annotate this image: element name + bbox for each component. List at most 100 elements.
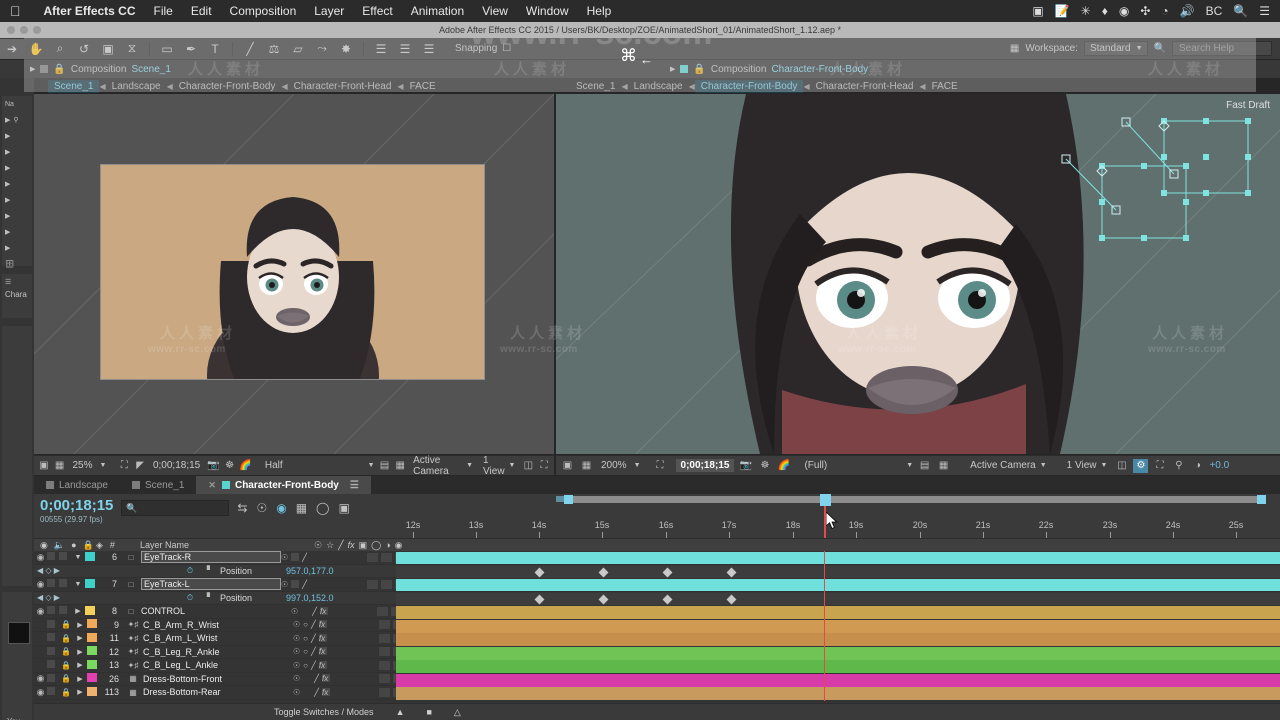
resolution-select-right[interactable]: (Full): [801, 460, 830, 471]
menu-edit[interactable]: Edit: [182, 4, 221, 18]
menu-composition[interactable]: Composition: [221, 4, 306, 18]
quality-icon[interactable]: ╱: [314, 688, 319, 697]
main-view-icon-left[interactable]: ▦: [54, 459, 66, 473]
layer-expand-arrow[interactable]: ▶: [71, 607, 85, 615]
project-item-row[interactable]: ▶: [2, 240, 32, 256]
layer-expand-arrow[interactable]: ▶: [73, 634, 87, 642]
transparency-grid-icon-left[interactable]: ▤: [379, 459, 391, 473]
timeline-current-time[interactable]: 0;00;18;15: [40, 498, 113, 513]
quality-icon[interactable]: ╱: [312, 607, 317, 616]
property-name[interactable]: Position: [220, 566, 272, 576]
control-center-icon[interactable]: ☰: [1259, 5, 1270, 17]
spiral-icon[interactable]: ◉: [1119, 5, 1129, 17]
work-area-start-handle[interactable]: [564, 495, 573, 504]
quality-icon[interactable]: ╱: [311, 620, 316, 629]
layer-expand-arrow[interactable]: ▶: [73, 688, 87, 696]
breadcrumb-left-3[interactable]: Character-Front-Head: [288, 80, 398, 93]
property-name[interactable]: Position: [220, 593, 272, 603]
breadcrumb-left-2[interactable]: Character-Front-Body: [173, 80, 282, 93]
layer-switches[interactable]: ☉ ╱: [281, 580, 367, 589]
stretch-handle-left-icon[interactable]: ▲: [396, 707, 405, 717]
layer-switches[interactable]: ☉ ○ ╱ fx: [293, 633, 379, 643]
layer-expand-arrow[interactable]: ▶: [73, 621, 87, 629]
layer-label-color[interactable]: [85, 578, 99, 590]
chevron-down-icon[interactable]: ▼: [906, 462, 913, 469]
layer-lock-toggle[interactable]: 🔒: [59, 634, 73, 643]
chevron-down-icon[interactable]: ▼: [100, 462, 107, 469]
keyframe[interactable]: [598, 594, 609, 605]
shape-tool[interactable]: ▭: [155, 39, 179, 59]
quality-icon[interactable]: ╱: [311, 634, 316, 643]
layer-audio-toggle[interactable]: [47, 579, 59, 589]
shy-icon[interactable]: ☉: [281, 580, 288, 589]
draft-3d-icon[interactable]: ☉: [256, 501, 267, 515]
shy-icon[interactable]: ☉: [291, 607, 298, 616]
layer-audio-toggle[interactable]: [47, 552, 59, 562]
keyframe[interactable]: [534, 594, 545, 605]
effects-icon[interactable]: fx: [322, 687, 330, 697]
zoom-slider-handle[interactable]: ■: [426, 707, 431, 717]
project-panel-collapsed[interactable]: Na ▶ ⚲ ▶ ▶ ▶ ▶ ▶ ▶ ▶ ▶ 🗄: [2, 96, 32, 268]
transparency-grid-icon-right[interactable]: ▤: [917, 459, 932, 473]
mask-view-icon-right[interactable]: ▦: [936, 459, 951, 473]
layer-switches[interactable]: ☉ ╱: [281, 553, 367, 562]
breadcrumb-right-3[interactable]: Character-Front-Head: [810, 80, 920, 93]
show-snapshot-icon-right[interactable]: ☸: [757, 459, 772, 473]
work-area-end-handle[interactable]: [1257, 495, 1266, 504]
layer-bar-control[interactable]: [396, 606, 1280, 619]
layer-selection-handles[interactable]: [1042, 104, 1262, 254]
layer-lock-toggle[interactable]: 🔒: [59, 647, 73, 656]
roto-brush-tool[interactable]: ⤳: [310, 39, 334, 59]
layer-audio-toggle[interactable]: [47, 660, 59, 670]
project-item-row[interactable]: ▶: [2, 208, 32, 224]
disclosure-icon[interactable]: ▶: [5, 212, 10, 220]
disclosure-icon[interactable]: ▶: [5, 180, 10, 188]
layer-expand-arrow[interactable]: ▶: [73, 675, 87, 683]
camera-select-right[interactable]: Active Camera ▼: [967, 460, 1050, 471]
composition-viewer-left[interactable]: [34, 94, 554, 454]
keyframe[interactable]: [534, 567, 545, 578]
fast-previews-icon-right[interactable]: ⚙: [1133, 458, 1149, 473]
layer-name[interactable]: C_B_Arm_L_Wrist: [143, 633, 293, 643]
breadcrumb-right-4[interactable]: FACE: [926, 80, 964, 93]
pixel-aspect-icon-left[interactable]: ◫: [522, 459, 534, 473]
layer-lock-toggle[interactable]: 🔒: [59, 674, 73, 683]
shy-icon[interactable]: ☉: [281, 553, 288, 562]
layer-name[interactable]: C_B_Arm_R_Wrist: [143, 620, 293, 630]
project-item-row[interactable]: ▶: [2, 128, 32, 144]
search-help-input[interactable]: Search Help: [1172, 41, 1272, 56]
layer-bar-dress-front[interactable]: [396, 674, 1280, 687]
chevron-down-icon[interactable]: ▼: [634, 462, 641, 469]
keyframe-track-2[interactable]: [396, 593, 1280, 605]
graph-icon[interactable]: ▘: [200, 593, 220, 602]
resolution-select-left[interactable]: Half: [262, 460, 286, 471]
effects-icon[interactable]: fx: [318, 620, 327, 629]
layer-visibility-toggle[interactable]: ◉: [34, 579, 47, 590]
disclosure-icon[interactable]: ▶: [5, 132, 10, 140]
dropbox-icon[interactable]: ♦: [1102, 5, 1108, 17]
timeline-layer-rows[interactable]: ◉ ▼ 6 □ EyeTrack-R ☉ ╱ ◀ ◇ ▶ ⏱ ▘ Position: [34, 551, 1280, 701]
layer-label-color[interactable]: [87, 659, 101, 671]
viewer-timecode-right[interactable]: 0;00;18;15: [675, 459, 735, 472]
property-value[interactable]: 957.0,177.0: [272, 566, 334, 576]
views-select-right[interactable]: 1 View ▼: [1064, 460, 1111, 471]
breadcrumb-left-0[interactable]: Scene_1: [48, 79, 100, 93]
effects-icon[interactable]: fx: [318, 647, 327, 656]
panel-menu-icon[interactable]: ☰: [2, 274, 32, 290]
apple-icon[interactable]: : [10, 4, 21, 18]
timeline-toggle-icon-left[interactable]: ⛶: [538, 459, 550, 473]
keyframe-track-1[interactable]: [396, 566, 1280, 578]
main-view-icon-right[interactable]: ▦: [579, 459, 594, 473]
layer-audio-toggle[interactable]: [47, 687, 59, 697]
layer-bar-leg-r[interactable]: [396, 647, 1280, 660]
grid-guides-icon-left[interactable]: ◤: [134, 459, 146, 473]
zoom-level-right[interactable]: 200%: [598, 460, 630, 471]
workspace-icon[interactable]: ▦: [1010, 43, 1019, 54]
breadcrumb-left-1[interactable]: Landscape: [106, 80, 167, 93]
region-of-interest-icon-right[interactable]: ⛶: [653, 459, 668, 473]
layer-switches[interactable]: ☉ ○ ╱ fx: [293, 647, 379, 656]
shy-icon[interactable]: ☉: [293, 674, 300, 683]
layer-solo-toggle[interactable]: [59, 552, 71, 562]
layer-visibility-toggle[interactable]: ◉: [34, 687, 47, 698]
current-time-block[interactable]: 0;00;18;15 00555 (29.97 fps): [40, 498, 113, 524]
